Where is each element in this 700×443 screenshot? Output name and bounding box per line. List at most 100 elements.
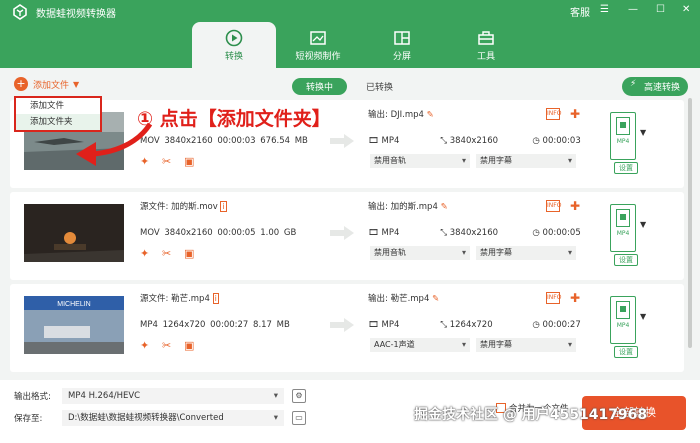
info-small-icon[interactable]: i xyxy=(220,201,227,212)
audio-track-select[interactable]: AAC-1声道 xyxy=(370,338,470,352)
toolbar: + 添加文件 ▼ 转换中 已转换 ⚡ 高速转换 xyxy=(0,68,700,98)
edit-icon[interactable]: ▣ xyxy=(184,156,196,168)
cut-icon[interactable]: ✂ xyxy=(162,340,174,352)
effect-icon[interactable]: ✦ xyxy=(140,340,152,352)
add-icon[interactable]: ✚ xyxy=(568,200,582,212)
output-resolution: 1264x720 xyxy=(449,320,493,330)
audio-track-select[interactable]: 禁用音轨 xyxy=(370,246,470,260)
output-meta: 🎞 MP4 ⤡ 3840x2160 ◷ 00:00:03 xyxy=(368,136,581,146)
edit-tools: ✦ ✂ ▣ xyxy=(140,340,196,352)
settings-button[interactable]: 设置 xyxy=(614,346,638,358)
save-to-label: 保存至: xyxy=(14,414,43,424)
add-icon[interactable]: ✚ xyxy=(568,292,582,304)
source-file-label: 源文件: 勒芒.mp4 xyxy=(140,294,210,304)
minimize-icon[interactable]: — xyxy=(628,4,638,15)
format-label: MP4 xyxy=(616,230,630,237)
source-file-name: 源文件: 勒芒.mp4 i xyxy=(140,292,219,304)
source-meta: MOV 3840x2160 00:00:05 1.00 GB xyxy=(140,228,297,238)
video-thumbnail[interactable]: MICHELIN xyxy=(24,296,124,354)
tab-short-video[interactable]: 短视频制作 xyxy=(276,22,360,64)
settings-button[interactable]: 设置 xyxy=(614,254,638,266)
format-button[interactable]: MP4 xyxy=(610,112,636,160)
output-actions: INFO ✚ xyxy=(546,108,582,120)
output-resolution: 3840x2160 xyxy=(449,136,499,146)
format-label: MP4 xyxy=(616,138,630,145)
save-path-select[interactable]: D:\数据蛙\数据蛙视频转换器\Converted xyxy=(62,410,284,426)
tab-converting[interactable]: 转换中 xyxy=(292,78,348,95)
lightning-icon: ⚡ xyxy=(630,79,637,89)
output-format: MP4 xyxy=(381,228,400,238)
tab-tools[interactable]: 工具 xyxy=(444,22,528,64)
format-settings-icon[interactable]: ⚙ xyxy=(292,389,306,403)
output-duration: 00:00:03 xyxy=(542,136,581,146)
arrow-right-icon xyxy=(330,226,354,240)
chevron-down-icon[interactable]: ▼ xyxy=(640,312,646,321)
tab-split-screen[interactable]: 分屏 xyxy=(360,22,444,64)
info-icon[interactable]: INFO xyxy=(546,200,561,212)
file-card[interactable]: 源文件: 加的斯.mov i MOV 3840x2160 00:00:05 1.… xyxy=(10,192,684,280)
maximize-icon[interactable]: ☐ xyxy=(656,4,665,15)
app-logo-icon xyxy=(13,4,27,20)
subtitle-select[interactable]: 禁用字幕 xyxy=(476,246,576,260)
menu-item-add-file[interactable]: 添加文件 xyxy=(16,98,100,114)
cut-icon[interactable]: ✂ xyxy=(162,248,174,260)
video-thumbnail[interactable] xyxy=(24,204,124,262)
chevron-down-icon[interactable]: ▼ xyxy=(640,128,646,137)
edit-icon[interactable]: ▣ xyxy=(184,340,196,352)
output-format-select[interactable]: MP4 H.264/HEVC xyxy=(62,388,284,404)
output-file-label: 输出: DJI.mp4 xyxy=(368,110,424,120)
settings-button[interactable]: 设置 xyxy=(614,162,638,174)
output-file-name[interactable]: 输出: 勒芒.mp4 ✎ xyxy=(368,292,439,304)
fast-convert-label: 高速转换 xyxy=(644,83,681,93)
info-small-icon[interactable]: i xyxy=(212,293,219,304)
chevron-down-icon[interactable]: ▼ xyxy=(640,220,646,229)
edit-icon[interactable]: ▣ xyxy=(184,248,196,260)
plus-icon: + xyxy=(14,77,28,91)
split-screen-icon xyxy=(394,31,410,45)
output-resolution: 3840x2160 xyxy=(449,228,499,238)
support-link[interactable]: 客服 xyxy=(570,4,590,19)
tab-convert[interactable]: 转换 xyxy=(192,22,276,68)
info-icon[interactable]: INFO xyxy=(546,292,561,304)
source-meta: MOV 3840x2160 00:00:03 676.54 MB xyxy=(140,136,308,146)
rename-icon[interactable]: ✎ xyxy=(441,202,448,212)
cut-icon[interactable]: ✂ xyxy=(162,156,174,168)
tab-converted[interactable]: 已转换 xyxy=(352,78,407,95)
file-card[interactable]: MICHELIN 源文件: 勒芒.mp4 i MP4 1264x720 00:0… xyxy=(10,284,684,372)
subtitle-select[interactable]: 禁用字幕 xyxy=(476,154,576,168)
tab-convert-label: 转换 xyxy=(224,52,243,62)
format-label: MP4 xyxy=(616,322,630,329)
arrow-right-icon xyxy=(330,318,354,332)
fast-convert-button[interactable]: ⚡ 高速转换 xyxy=(622,77,689,96)
menu-icon[interactable]: ☰ xyxy=(600,4,609,15)
source-meta: MP4 1264x720 00:00:27 8.17 MB xyxy=(140,320,290,330)
rename-icon[interactable]: ✎ xyxy=(432,294,439,304)
output-actions: INFO ✚ xyxy=(546,200,582,212)
tab-tools-label: 工具 xyxy=(476,52,495,62)
subtitle-select[interactable]: 禁用字幕 xyxy=(476,338,576,352)
main-tabs: 转换 短视频制作 分屏 工具 xyxy=(192,22,528,68)
add-icon[interactable]: ✚ xyxy=(568,108,582,120)
tab-split-screen-label: 分屏 xyxy=(392,52,411,62)
resize-icon: ⤡ xyxy=(440,136,448,146)
effect-icon[interactable]: ✦ xyxy=(140,248,152,260)
format-button[interactable]: MP4 xyxy=(610,296,636,344)
info-icon[interactable]: INFO xyxy=(546,108,561,120)
output-file-name[interactable]: 输出: 加的斯.mp4 ✎ xyxy=(368,200,448,212)
resize-icon: ⤡ xyxy=(440,228,448,238)
rename-icon[interactable]: ✎ xyxy=(427,110,434,120)
output-meta: 🎞 MP4 ⤡ 3840x2160 ◷ 00:00:05 xyxy=(368,228,581,238)
output-file-label: 输出: 勒芒.mp4 xyxy=(368,294,430,304)
scrollbar[interactable] xyxy=(688,98,692,348)
audio-track-select[interactable]: 禁用音轨 xyxy=(370,154,470,168)
chevron-down-icon[interactable]: ▼ xyxy=(73,80,79,89)
document-icon xyxy=(616,301,630,319)
clock-icon: ◷ xyxy=(532,320,540,330)
folder-icon[interactable]: ▭ xyxy=(292,411,306,425)
output-file-name[interactable]: 输出: DJI.mp4 ✎ xyxy=(368,108,434,120)
close-icon[interactable]: ✕ xyxy=(682,4,690,15)
add-file-button[interactable]: + 添加文件 ▼ xyxy=(14,77,79,91)
format-button[interactable]: MP4 xyxy=(610,204,636,252)
film-format-icon: 🎞 xyxy=(368,228,379,238)
app-title: 数据蛙视频转换器 xyxy=(36,9,116,20)
